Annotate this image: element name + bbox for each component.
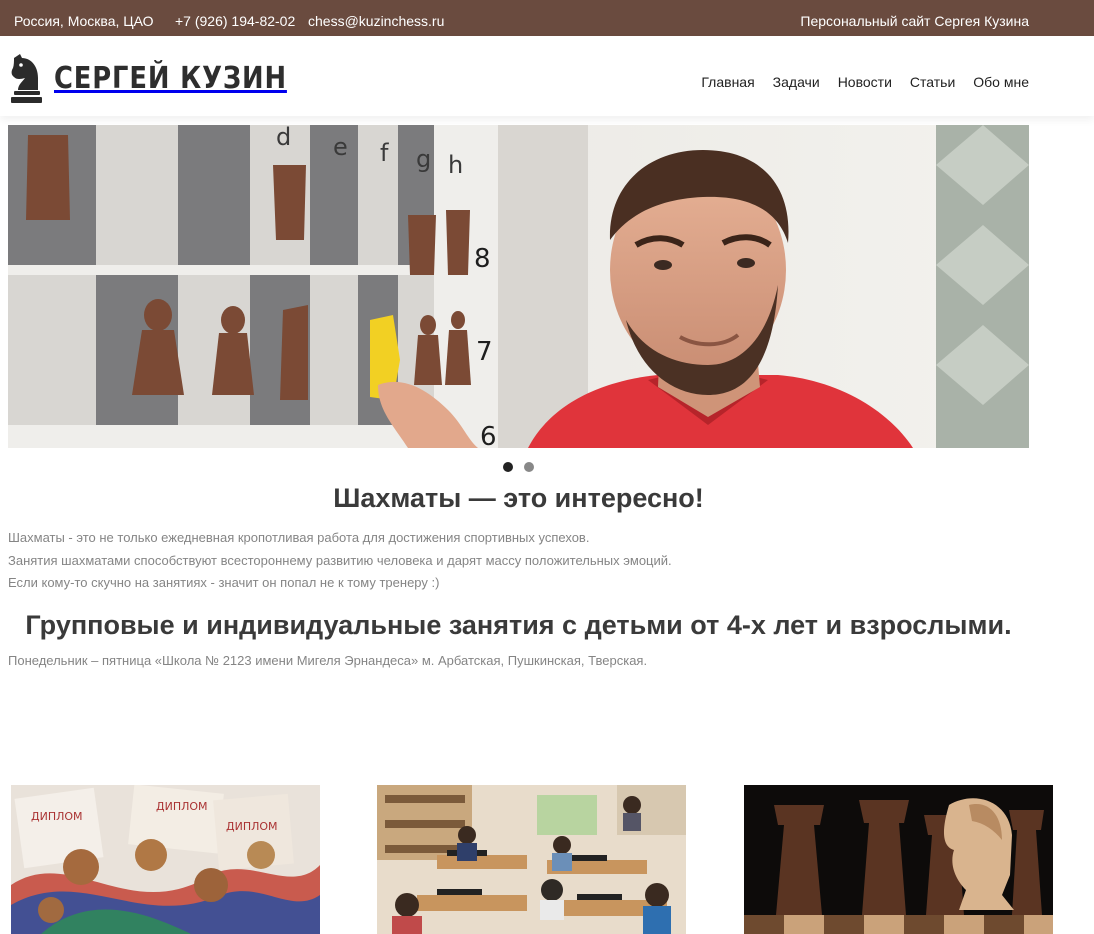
main-nav: Главная Задачи Новости Статьи Обо мне (701, 74, 1029, 90)
svg-text:f: f (380, 139, 389, 167)
top-bar: Россия, Москва, ЦАО +7 (926) 194-82-02 c… (0, 0, 1094, 36)
svg-text:g: g (416, 145, 431, 173)
gallery-image-awards[interactable]: ДИПЛОМ ДИПЛОМ ДИПЛОМ (11, 785, 320, 934)
email-link[interactable]: chess@kuzinchess.ru (308, 13, 444, 29)
logo-text: СЕРГЕЙ КУЗИН (54, 60, 287, 96)
nav-item-tasks[interactable]: Задачи (773, 74, 820, 90)
svg-text:d: d (276, 125, 291, 151)
nav-item-articles[interactable]: Статьи (910, 74, 955, 90)
slider-dots (503, 462, 534, 472)
intro-line: Шахматы - это не только ежедневная кропо… (8, 530, 590, 545)
intro-line: Если кому-то скучно на занятиях - значит… (8, 575, 440, 590)
phone-number[interactable]: +7 (926) 194-82-02 (175, 13, 295, 29)
svg-text:ДИПЛОМ: ДИПЛОМ (226, 820, 278, 833)
intro-text: Шахматы - это не только ежедневная кропо… (8, 527, 672, 595)
nav-item-news[interactable]: Новости (838, 74, 892, 90)
schedule-text: Понедельник – пятница «Школа № 2123 имен… (8, 653, 648, 668)
slider-dot-1[interactable] (503, 462, 513, 472)
svg-text:e: e (333, 133, 348, 161)
svg-text:ДИПЛОМ: ДИПЛОМ (156, 800, 208, 813)
site-header: СЕРГЕЙ КУЗИН Главная Задачи Новости Стат… (0, 36, 1094, 116)
classes-heading: Групповые и индивидуальные занятия с дет… (25, 610, 1012, 640)
svg-text:7: 7 (476, 337, 493, 367)
svg-text:h: h (448, 151, 463, 179)
svg-text:ДИПЛОМ: ДИПЛОМ (31, 810, 83, 823)
page-title: Шахматы — это интересно! (333, 483, 704, 513)
location-text: Россия, Москва, ЦАО (14, 13, 154, 29)
nav-item-about[interactable]: Обо мне (973, 74, 1029, 90)
slider-dot-2[interactable] (524, 462, 534, 472)
gallery-image-chess-pieces[interactable] (744, 785, 1053, 934)
gallery-image-classroom[interactable] (377, 785, 686, 934)
svg-text:8: 8 (474, 244, 491, 274)
svg-text:6: 6 (480, 422, 497, 448)
nav-item-home[interactable]: Главная (701, 74, 754, 90)
hero-image: d e f g h 8 7 6 (8, 125, 1029, 448)
hero-slider[interactable]: d e f g h 8 7 6 (8, 125, 1029, 448)
site-logo[interactable]: СЕРГЕЙ КУЗИН (8, 52, 325, 104)
chess-knight-icon (11, 54, 42, 103)
intro-line: Занятия шахматами способствуют всесторон… (8, 552, 672, 568)
personal-site-text: Персональный сайт Сергея Кузина (800, 13, 1029, 29)
